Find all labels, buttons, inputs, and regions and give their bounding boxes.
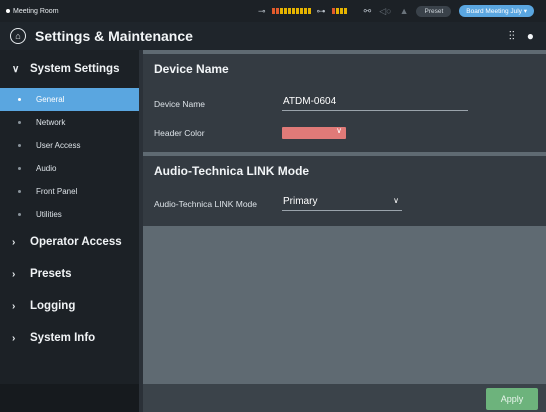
device-name-label: Device Name (154, 98, 206, 109)
panel-title: Audio-Technica LINK Mode (154, 164, 310, 178)
sidebar-item-user-access[interactable]: User Access (0, 134, 139, 157)
bullet-icon (18, 121, 21, 124)
sidebar-item-network[interactable]: Network (0, 111, 139, 134)
sidebar-item-front-panel[interactable]: Front Panel (0, 180, 139, 203)
sidebar-section-system-settings[interactable]: ∨ System Settings (0, 50, 139, 88)
chevron-right-icon: › (12, 236, 16, 248)
panel-title: Device Name (154, 62, 229, 76)
header-color-label: Header Color (154, 128, 205, 138)
bullet-icon (18, 144, 21, 147)
link-mode-select[interactable]: Primary ∨ (282, 196, 402, 211)
header-color-row: Header Color ∨ (154, 126, 346, 139)
sidebar-section-system-info[interactable]: › System Info (0, 322, 139, 354)
device-name-row: Device Name ATDM-0604 (154, 96, 468, 111)
preset-label: Preset (416, 5, 452, 17)
sidebar-item-utilities[interactable]: Utilities (0, 203, 139, 226)
device-name-panel: Device Name Device Name ATDM-0604 Header… (143, 54, 546, 152)
sidebar-item-label: User Access (36, 141, 81, 150)
chevron-down-icon: ∨ (393, 196, 399, 205)
chevron-right-icon: › (12, 268, 16, 280)
preset-selector[interactable]: Board Meeting July ▾ (459, 5, 534, 17)
sidebar-item-label: General (36, 95, 65, 104)
page-title: Settings & Maintenance (35, 28, 193, 44)
mixer-settings-icon[interactable]: ⫶⫶ (509, 29, 515, 44)
bullet-icon (18, 98, 21, 101)
output-meter (331, 8, 347, 14)
sidebar-footer (0, 384, 139, 412)
sidebar-section-label: Logging (30, 300, 76, 312)
bullet-icon (18, 167, 21, 170)
meters: ⊸ ⊶ (258, 0, 347, 22)
sidebar-item-label: Audio (36, 164, 57, 173)
status-right: ⚯ ◁○ ▲ Preset Board Meeting July ▾ (364, 0, 534, 22)
header-color-select[interactable]: ∨ (282, 126, 346, 139)
warning-icon[interactable]: ▲ (400, 6, 409, 16)
sidebar-section-label: Operator Access (30, 236, 122, 248)
user-icon[interactable]: ● (527, 29, 534, 43)
main-content: Device Name Device Name ATDM-0604 Header… (143, 50, 546, 412)
action-footer: Apply (143, 384, 546, 412)
link-mode-row: Audio-Technica LINK Mode Primary ∨ (154, 196, 402, 211)
status-bar: Meeting Room ⊸ ⊶ ⚯ ◁○ ▲ Preset Board Mee… (0, 0, 546, 22)
device-name-input[interactable]: ATDM-0604 (282, 96, 468, 111)
output-meter-icon: ⊶ (316, 5, 326, 16)
sidebar-section-label: System Settings (30, 63, 120, 75)
room-dot-icon (6, 9, 10, 13)
chevron-right-icon: › (12, 300, 16, 312)
room-name: Meeting Room (13, 7, 59, 15)
link-mode-value: Primary (283, 196, 318, 207)
sidebar-section-presets[interactable]: › Presets (0, 258, 139, 290)
sidebar-item-audio[interactable]: Audio (0, 157, 139, 180)
preset-value: Board Meeting July (466, 8, 522, 15)
chevron-down-icon: ∨ (336, 126, 342, 135)
sidebar-item-label: Network (36, 118, 66, 127)
sidebar: ∨ System Settings General Network User A… (0, 50, 139, 412)
sidebar-section-label: Presets (30, 268, 72, 280)
signal-icon: ◁○ (379, 5, 392, 16)
link-mode-panel: Audio-Technica LINK Mode Audio-Technica … (143, 156, 546, 226)
logo-icon: ⌂ (10, 28, 26, 44)
bullet-icon (18, 190, 21, 193)
input-meter-icon: ⊸ (258, 5, 266, 16)
sidebar-item-general[interactable]: General (0, 88, 139, 111)
chevron-right-icon: › (12, 332, 16, 344)
sidebar-section-label: System Info (30, 332, 96, 344)
sidebar-item-label: Front Panel (36, 187, 78, 196)
apply-button[interactable]: Apply (486, 388, 538, 410)
sidebar-section-operator-access[interactable]: › Operator Access (0, 226, 139, 258)
bullet-icon (18, 213, 21, 216)
title-actions: ⫶⫶ ● (509, 22, 534, 50)
sidebar-item-label: Utilities (36, 210, 62, 219)
link-mode-label: Audio-Technica LINK Mode (154, 198, 258, 209)
title-bar: ⌂ Settings & Maintenance ⫶⫶ ● (0, 22, 546, 50)
input-meter (271, 8, 311, 14)
link-icon[interactable]: ⚯ (364, 6, 372, 16)
room-indicator: Meeting Room (0, 8, 250, 15)
chevron-down-icon: ∨ (12, 63, 20, 75)
sidebar-section-logging[interactable]: › Logging (0, 290, 139, 322)
